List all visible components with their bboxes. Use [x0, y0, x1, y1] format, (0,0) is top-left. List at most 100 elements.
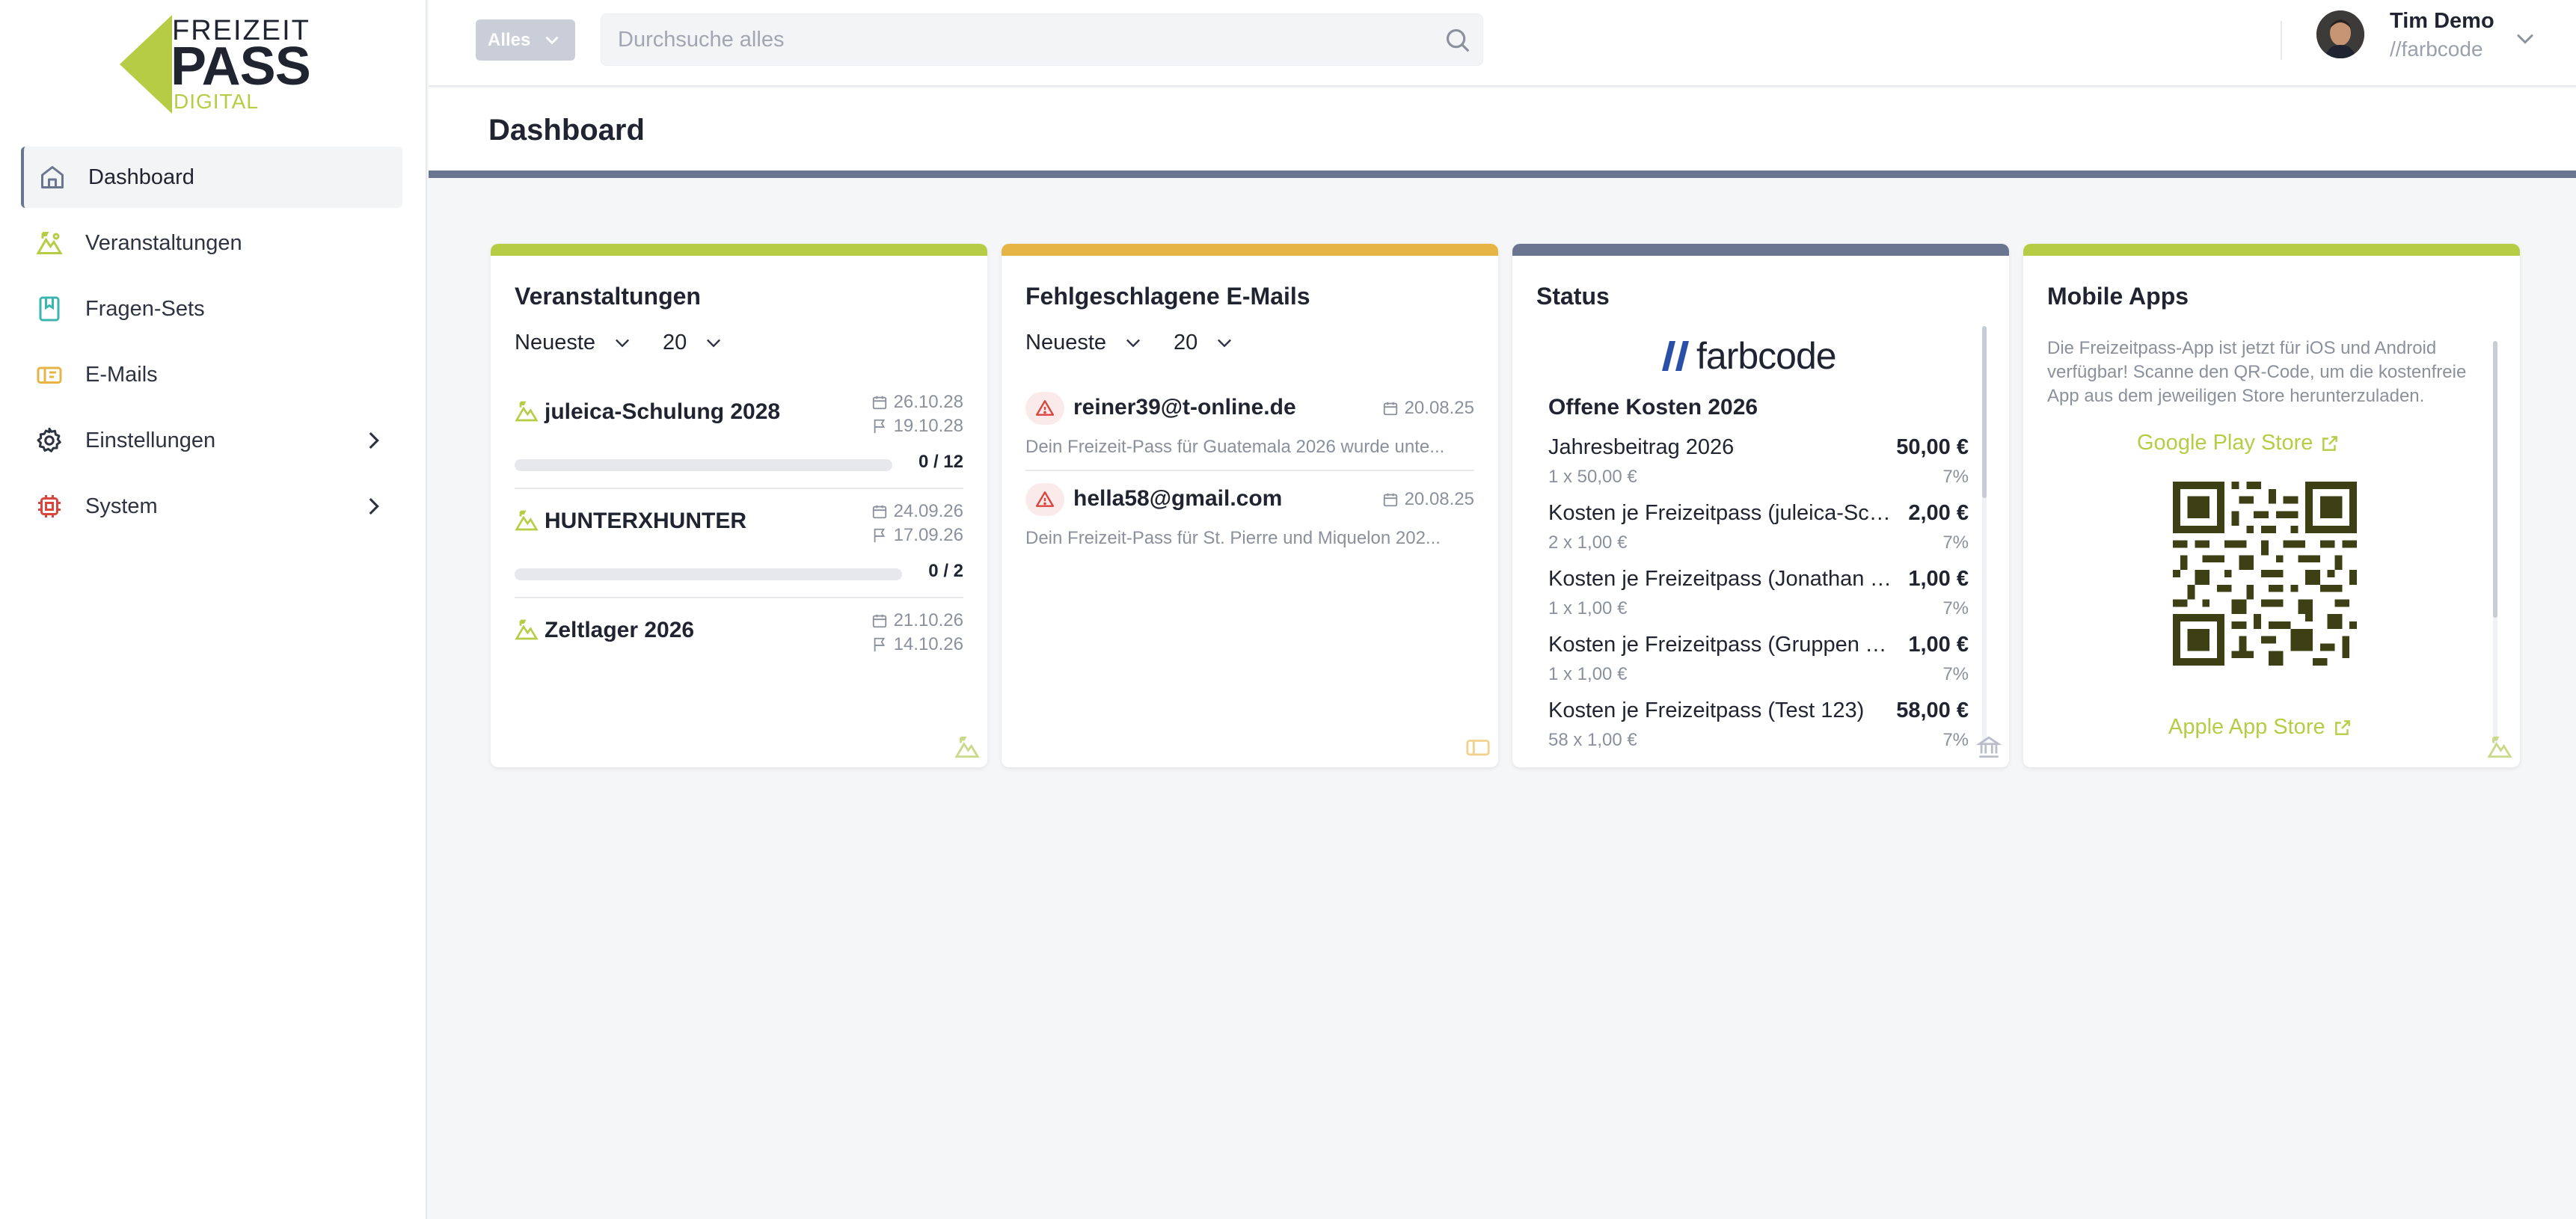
- sidebar-item-einstellungen[interactable]: Einstellungen: [21, 410, 402, 471]
- card-title: Mobile Apps: [2047, 283, 2189, 310]
- failed-emails-card: Fehlgeschlagene E-Mails Neueste 20 reine…: [1002, 244, 1498, 767]
- participants-progress-bar: [515, 459, 892, 471]
- costs-subtitle: Offene Kosten 2026: [1548, 395, 1758, 420]
- event-icon: [2487, 736, 2512, 758]
- cost-name: Kosten je Freizeitpass (Gruppen T...: [1548, 633, 1892, 657]
- apple-app-store-link[interactable]: Apple App Store: [2168, 715, 2352, 740]
- page-header: Dashboard: [429, 88, 2576, 178]
- chevron-down-icon[interactable]: [2512, 25, 2538, 51]
- sort-order-select[interactable]: Neueste: [1025, 328, 1144, 357]
- cost-amount: 58,00 €: [1896, 698, 1969, 722]
- chevron-down-icon: [707, 339, 721, 348]
- bookmark-icon: [34, 294, 64, 324]
- cost-name: Kosten je Freizeitpass (Test 123): [1548, 698, 1865, 722]
- scrollbar[interactable]: [2493, 341, 2497, 745]
- status-card: Status farbcode Offene Kosten 2026 Jahre…: [1512, 244, 2009, 767]
- qr-code: [2173, 482, 2357, 666]
- card-title: Status: [1536, 283, 1610, 310]
- date-text: 20.08.25: [1404, 489, 1474, 509]
- cost-vat: 7%: [1942, 467, 1969, 487]
- ticket-icon: [34, 360, 64, 390]
- sidebar-item-fragen-sets[interactable]: Fragen-Sets: [21, 278, 402, 340]
- avatar[interactable]: [2316, 10, 2364, 58]
- participants-progress-bar: [515, 568, 902, 580]
- divider: [1025, 470, 1474, 471]
- date-text: 20.08.25: [1404, 398, 1474, 418]
- apple-app-store-label: Apple App Store: [2168, 715, 2325, 739]
- external-link-icon: [2334, 719, 2350, 735]
- page-size-value: 20: [663, 330, 687, 354]
- calendar-icon: [872, 505, 886, 519]
- search-icon[interactable]: [1444, 26, 1472, 55]
- sidebar-item-label: Dashboard: [88, 165, 194, 189]
- search-input[interactable]: [618, 14, 1426, 65]
- event-icon: [954, 736, 980, 758]
- page-title: Dashboard: [488, 114, 645, 147]
- list-item[interactable]: juleica-Schulung 2028 26.10.28 19.10.28 …: [515, 392, 963, 489]
- event-end-date: 14.10.26: [871, 634, 963, 655]
- ticket-icon: [1466, 740, 1490, 756]
- email-address: reiner39@t-online.de: [1073, 395, 1296, 420]
- flag-icon: [874, 528, 885, 543]
- logo-line2: PASS: [171, 37, 311, 96]
- user-organization: //farbcode: [2390, 37, 2483, 61]
- sidebar-item-label: Fragen-Sets: [85, 296, 205, 321]
- event-start-date: 24.09.26: [871, 501, 963, 522]
- cost-name: Jahresbeitrag 2026: [1548, 435, 1735, 459]
- event-icon: [515, 510, 539, 531]
- sort-order-select[interactable]: Neueste: [515, 328, 633, 357]
- chevron-down-icon: [616, 339, 630, 348]
- cost-breakdown: 1 x 1,00 €: [1548, 664, 1628, 684]
- list-item[interactable]: Zeltlager 2026 21.10.26 14.10.26: [515, 610, 963, 670]
- card-accent-bar: [491, 244, 987, 256]
- list-item[interactable]: hella58@gmail.com 20.08.25 Dein Freizeit…: [1025, 483, 1474, 565]
- page-size-select[interactable]: 20: [1174, 328, 1235, 357]
- search-scope-dropdown[interactable]: Alles: [476, 19, 575, 61]
- scrollbar-thumb[interactable]: [2493, 341, 2497, 618]
- list-item[interactable]: HUNTERXHUNTER 24.09.26 17.09.26 0 / 2: [515, 501, 963, 598]
- cost-breakdown: 58 x 1,00 €: [1548, 730, 1637, 750]
- table-row: Kosten je Freizeitpass (Jonathan T... 1,…: [1548, 567, 1969, 633]
- email-description: Dein Freizeit-Pass für Guatemala 2026 wu…: [1025, 437, 1445, 457]
- participants-count: 0 / 2: [928, 561, 963, 581]
- table-row: Jahresbeitrag 2026 50,00 € 1 x 50,00 € 7…: [1548, 435, 1969, 501]
- sidebar-item-e-mails[interactable]: E-Mails: [21, 344, 402, 405]
- chevron-down-icon: [1126, 339, 1141, 348]
- cost-amount: 50,00 €: [1896, 435, 1969, 459]
- event-name: Zeltlager 2026: [545, 618, 695, 642]
- sort-controls: Neueste 20: [1025, 328, 1265, 357]
- farbcode-logo: farbcode: [1662, 334, 1837, 378]
- event-end-date: 17.09.26: [871, 525, 963, 546]
- freizeitpass-logo[interactable]: FREIZEIT PASS DIGITAL: [120, 15, 314, 114]
- sidebar-item-system[interactable]: System: [21, 476, 402, 537]
- event-start-date: 21.10.26: [871, 610, 963, 631]
- cost-amount: 1,00 €: [1908, 567, 1969, 591]
- warning-icon: [1025, 483, 1064, 516]
- table-row: Kosten je Freizeitpass (juleica-Sch... 2…: [1548, 501, 1969, 567]
- participants-count: 0 / 12: [918, 452, 963, 472]
- email-date: 20.08.25: [1382, 398, 1474, 419]
- flag-icon: [874, 419, 885, 434]
- google-play-link[interactable]: Google Play Store: [2137, 431, 2340, 455]
- page-size-select[interactable]: 20: [663, 328, 724, 357]
- card-accent-bar: [2023, 244, 2520, 256]
- user-name[interactable]: Tim Demo: [2390, 9, 2494, 34]
- cost-vat: 7%: [1942, 532, 1969, 553]
- sidebar-item-label: System: [85, 494, 158, 518]
- cost-amount: 1,00 €: [1908, 633, 1969, 657]
- mobile-apps-card: Mobile Apps Die Freizeitpass-App ist jet…: [2023, 244, 2520, 767]
- calendar-icon: [872, 396, 886, 410]
- table-row: Kosten je Freizeitpass (Test 123) 58,00 …: [1548, 698, 1969, 764]
- list-item[interactable]: reiner39@t-online.de 20.08.25 Dein Freiz…: [1025, 392, 1474, 474]
- cost-vat: 7%: [1942, 730, 1969, 750]
- event-icon: [515, 619, 539, 640]
- scrollbar[interactable]: [1982, 326, 1987, 745]
- sidebar-item-veranstaltungen[interactable]: Veranstaltungen: [21, 212, 402, 274]
- card-title: Fehlgeschlagene E-Mails: [1025, 283, 1310, 310]
- divider: [515, 488, 963, 489]
- external-link-icon: [2322, 435, 2338, 451]
- sidebar-item-label: Veranstaltungen: [85, 230, 242, 255]
- search-scope-label: Alles: [488, 29, 531, 50]
- scrollbar-thumb[interactable]: [1982, 326, 1987, 498]
- sidebar-item-dashboard[interactable]: Dashboard: [21, 147, 402, 208]
